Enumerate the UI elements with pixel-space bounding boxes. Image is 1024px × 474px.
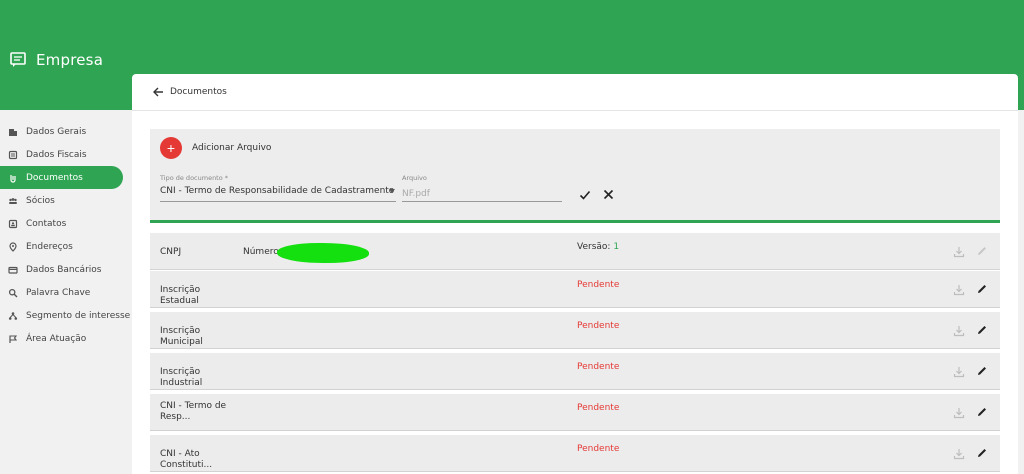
arrow-back-icon[interactable]: [152, 86, 164, 98]
sidebar-item-label: Documentos: [26, 172, 83, 183]
download-icon[interactable]: [953, 366, 965, 378]
document-row: Inscrição Estadual Pendente: [150, 271, 1000, 308]
sidebar-item-label: Dados Fiscais: [26, 149, 87, 160]
file-label: Arquivo: [402, 174, 427, 182]
file-input[interactable]: [402, 186, 562, 202]
version-label: Versão:: [577, 242, 611, 252]
document-name: CNPJ: [160, 247, 182, 257]
sidebar-item-contatos[interactable]: Contatos: [0, 212, 131, 235]
contacts-icon: [8, 219, 18, 228]
page-title: Documentos: [170, 87, 227, 97]
document-type-select[interactable]: CNI - Termo de Responsabilidade de Cadas…: [160, 186, 396, 202]
add-file-button[interactable]: +: [160, 137, 182, 159]
add-file-label: Adicionar Arquivo: [192, 143, 272, 153]
search-icon: [8, 288, 18, 297]
document-name: CNI - Termo de Resp...: [160, 401, 227, 422]
sidebar-item-label: Dados Bancários: [26, 264, 102, 275]
download-icon[interactable]: [953, 448, 965, 460]
sidebar-item-area-atuacao[interactable]: Área Atuação: [0, 327, 131, 350]
location-pin-icon: [9, 241, 17, 252]
edit-pencil-icon[interactable]: [976, 283, 988, 295]
edit-pencil-icon[interactable]: [976, 245, 988, 257]
message-icon: [10, 52, 26, 67]
redaction-mark: [277, 243, 369, 263]
download-icon[interactable]: [953, 407, 965, 419]
sidebar-item-segmento-de-interesse[interactable]: Segmento de interesse: [0, 304, 131, 327]
status-pending: Pendente: [577, 403, 620, 413]
document-name: Inscrição Industrial: [160, 367, 203, 388]
attachment-icon: [10, 174, 16, 183]
documents-card: Documentos + Adicionar Arquivo Tipo de d…: [132, 74, 1018, 474]
check-icon[interactable]: [579, 189, 591, 201]
sidebar-item-documentos[interactable]: Documentos: [0, 166, 123, 189]
status-pending: Pendente: [577, 362, 620, 372]
sidebar-item-dados-bancarios[interactable]: Dados Bancários: [0, 258, 131, 281]
edit-pencil-icon[interactable]: [976, 447, 988, 459]
sidebar-item-label: Área Atuação: [26, 333, 87, 344]
page-header: Documentos: [132, 74, 1018, 111]
sidebar-item-label: Segmento de interesse: [26, 310, 131, 321]
document-name: CNI - Ato Constituti...: [160, 449, 213, 470]
sidebar-item-label: Contatos: [26, 218, 67, 229]
people-icon: [9, 197, 17, 204]
document-row: CNI - Ato Constituti... Pendente: [150, 435, 1000, 472]
flag-icon: [9, 334, 18, 343]
document-row: Inscrição Industrial Pendente: [150, 353, 1000, 390]
edit-pencil-icon[interactable]: [976, 324, 988, 336]
close-icon[interactable]: [603, 189, 614, 200]
sidebar-item-palavra-chave[interactable]: Palavra Chave: [0, 281, 131, 304]
sidebar-item-dados-gerais[interactable]: Dados Gerais: [0, 120, 131, 143]
upload-panel: + Adicionar Arquivo Tipo de documento * …: [150, 129, 1000, 223]
document-name: Inscrição Municipal: [160, 326, 203, 347]
app-title: Empresa: [36, 51, 104, 69]
document-type-label: Tipo de documento *: [160, 174, 229, 182]
download-icon[interactable]: [953, 246, 965, 258]
document-name: Inscrição Estadual: [160, 285, 201, 306]
status-pending: Pendente: [577, 444, 620, 454]
sidebar-item-dados-fiscais[interactable]: Dados Fiscais: [0, 143, 131, 166]
status-pending: Pendente: [577, 321, 620, 331]
credit-card-icon: [8, 266, 18, 274]
sidebar-item-enderecos[interactable]: Endereços: [0, 235, 131, 258]
document-type-value: CNI - Termo de Responsabilidade de Cadas…: [160, 186, 395, 196]
sidebar-item-label: Sócios: [26, 195, 55, 206]
edit-pencil-icon[interactable]: [976, 365, 988, 377]
sidebar: Dados Gerais Dados Fiscais Documentos Só…: [0, 120, 131, 350]
hierarchy-icon: [8, 311, 18, 320]
version-value: 1: [613, 242, 620, 252]
status-pending: Pendente: [577, 280, 620, 290]
download-icon[interactable]: [953, 284, 965, 296]
building-icon: [9, 128, 17, 136]
edit-pencil-icon[interactable]: [976, 406, 988, 418]
receipt-icon: [8, 150, 18, 159]
sidebar-item-label: Endereços: [26, 241, 73, 252]
document-row: CNPJ Número: Versão: 1: [150, 233, 1000, 270]
document-row: Inscrição Municipal Pendente: [150, 312, 1000, 349]
sidebar-item-label: Dados Gerais: [26, 126, 87, 137]
version-info: Versão: 1: [577, 242, 619, 252]
download-icon[interactable]: [953, 325, 965, 337]
brand: Empresa: [10, 51, 103, 69]
number-label: Número:: [243, 247, 282, 257]
dropdown-caret-icon: [389, 189, 395, 193]
sidebar-item-socios[interactable]: Sócios: [0, 189, 131, 212]
document-row: CNI - Termo de Resp... Pendente: [150, 394, 1000, 431]
sidebar-item-label: Palavra Chave: [26, 287, 91, 298]
